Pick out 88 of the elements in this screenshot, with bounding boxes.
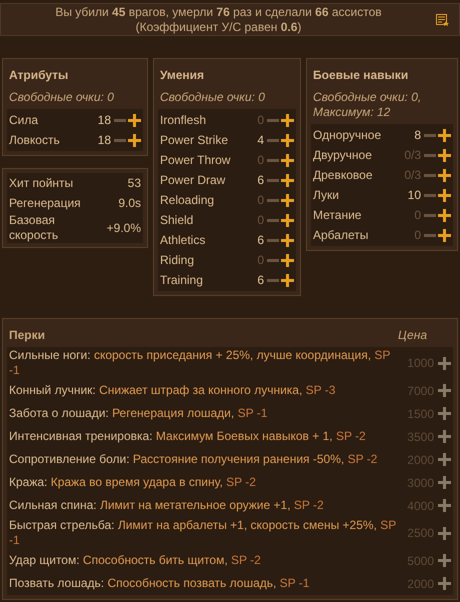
skill-value: 18 [98,132,111,149]
plus-button[interactable] [437,228,451,242]
stat-name: Хит пойнты [9,176,74,190]
plus-button[interactable] [437,384,451,398]
skill-name: Training [160,272,204,289]
plus-button[interactable] [437,576,451,590]
skill-name: Метание [313,207,362,224]
skill-name: Riding [160,252,196,269]
perk-description: Забота о лошади: Регенерация лошади, SP -1 [9,406,268,421]
plus-button[interactable] [280,253,294,267]
free-points-text: Свободные очки: 0 [8,90,115,106]
skill-name: Power Throw [160,152,232,169]
plus-button[interactable] [280,173,294,187]
summary-text: (Коэффициент У/С равен 0.6) [136,20,302,34]
plus-button[interactable] [437,128,451,142]
plus-button[interactable] [280,133,294,147]
stat-value: +9.0% [106,220,141,237]
skill-name: Луки [313,187,340,204]
plus-button[interactable] [437,208,451,222]
skill-value: 0/3 [404,147,421,164]
skill-name: Сила [9,112,40,129]
skill-name: Athletics [160,232,206,249]
plus-button[interactable] [437,188,451,202]
skill-value: 0/3 [404,167,421,184]
perk-description: Сильная спина: Лимит на метательное оружие +1, SP -2 [9,498,325,513]
plus-button[interactable] [437,406,451,420]
free-points-text: Свободные очки: 0, Максимум: 12 [312,90,422,121]
skill-name: Одноручное [313,127,382,144]
skill-value: 0 [257,152,264,169]
panel-title: Перки [9,327,46,344]
plus-button[interactable] [437,356,451,370]
perk-description: Сильные ноги: скорость приседания + 25%, лучше координация, SP -1 [9,348,392,378]
skill-value: 6 [257,272,264,289]
skill-name: Арбалеты [313,227,370,244]
plus-button[interactable] [127,133,141,147]
plus-button[interactable] [280,213,294,227]
plus-button[interactable] [280,273,294,287]
skill-value: 6 [257,172,264,189]
skill-value: 0 [414,207,421,224]
price-heading: Цена [398,327,427,344]
stat-value: 9.0s [117,195,141,212]
skill-name: Power Draw [160,172,226,189]
plus-button[interactable] [437,526,451,540]
plus-button[interactable] [437,430,451,444]
skill-value: 18 [98,112,111,129]
stat-value: 53 [126,175,141,192]
plus-button[interactable] [280,233,294,247]
perk-description: Быстрая стрельба: Лимит на арбалеты +1, скорость смены +25%, SP -1 [9,518,398,548]
plus-button[interactable] [280,113,294,127]
skill-value: 0 [257,192,264,209]
skill-value: 0 [257,252,264,269]
skill-value: 0 [257,112,264,129]
perk-description: Удар щитом: Способность бить щитом, SP -2 [9,553,262,568]
skill-value: 6 [257,232,264,249]
scoreboard-icon[interactable] [436,14,449,26]
plus-button[interactable] [437,168,451,182]
stat-name: Регенерация [9,196,82,210]
panel-title: Атрибуты [8,67,70,84]
skill-name: Ironflesh [160,112,208,129]
perk-description: Конный лучник: Снижает штраф за конного лучника, SP -3 [9,383,336,398]
plus-button[interactable] [437,498,451,512]
skill-name: Power Strike [160,132,230,149]
skill-value: 0 [257,212,264,229]
plus-button[interactable] [437,476,451,490]
plus-button[interactable] [280,193,294,207]
skill-name: Двуручное [313,147,373,164]
panel-title: Умения [159,67,206,84]
skill-name: Shield [160,212,194,229]
skill-value: 8 [414,127,421,144]
summary-text: Вы убили 45 врагов, умерли 76 раз и сделали 66 ассистов [55,4,382,20]
panel-title: Боевые навыки [312,67,410,84]
plus-button[interactable] [280,153,294,167]
skill-name: Древковое [313,167,374,184]
skill-value: 10 [408,187,421,204]
skill-name: Reloading [160,192,216,209]
free-points-text: Свободные очки: 0 [159,90,266,106]
skill-value: 4 [257,132,264,149]
skill-name: Ловкость [9,132,61,149]
perk-description: Интенсивная тренировка: Максимум Боевых навыков + 1, SP -2 [9,429,367,444]
perk-description: Сопротивление боли: Расстояние получения ранения -50%, SP -2 [9,452,378,467]
plus-button[interactable] [437,554,451,568]
perk-description: Кража: Кража во время удара в спину, SP -2 [9,475,257,490]
perk-description: Позвать лошадь: Способность позвать лошадь, SP -1 [9,576,310,591]
plus-button[interactable] [437,452,451,466]
stat-name: Базовая скорость [9,213,60,243]
skill-value: 0 [414,227,421,244]
plus-button[interactable] [437,148,451,162]
plus-button[interactable] [127,113,141,127]
